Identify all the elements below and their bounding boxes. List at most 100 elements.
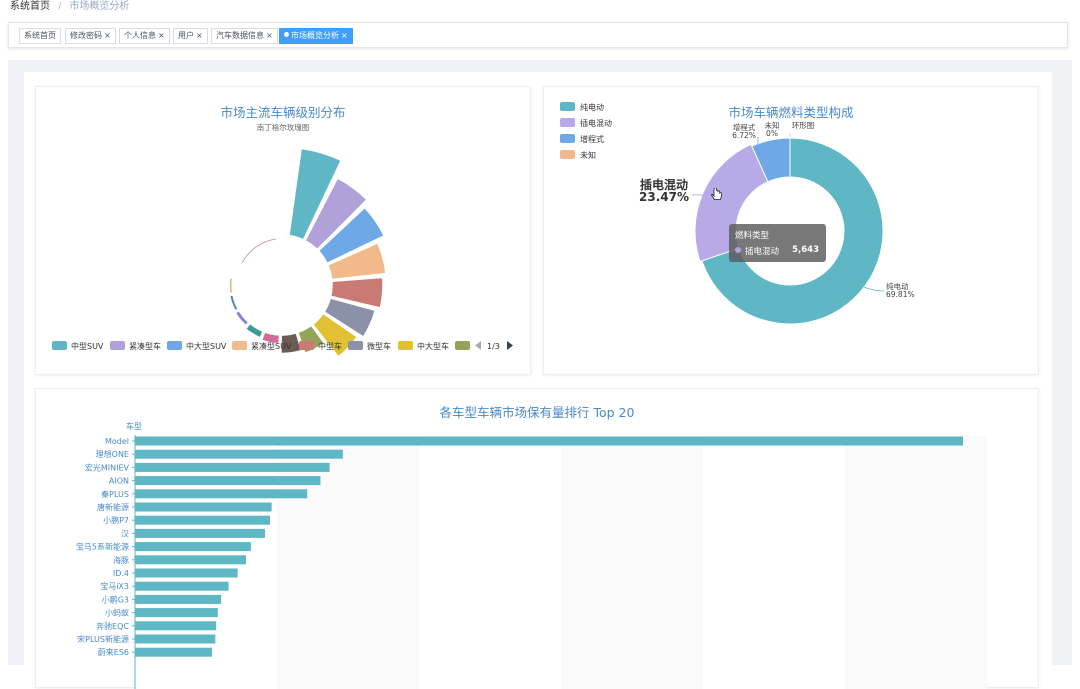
- tag-6[interactable]: 市场概览分析 ×: [279, 28, 353, 44]
- tags-view-bar: 系统首页 修改密码 × 个人信息 × 用户 × 汽车数据信息 × 市场概览分析 ×: [8, 22, 1068, 48]
- main-content: 市场主流车辆级别分布 南丁格尔玫瑰图 中型SUV 紧凑型车 中大型SUV 紧凑型SUV…: [8, 60, 1072, 689]
- bar-2[interactable]: [135, 449, 343, 459]
- donut-label: 6.72%: [732, 131, 756, 140]
- active-dot-icon: [284, 32, 289, 37]
- legend-swatch[interactable]: [398, 341, 413, 350]
- bar-16[interactable]: [135, 634, 216, 644]
- close-icon[interactable]: ×: [158, 31, 165, 40]
- y-tick-label: 小鹏P7: [103, 515, 129, 525]
- y-tick-label: 唐新能源: [97, 502, 129, 512]
- close-icon[interactable]: ×: [104, 31, 111, 40]
- bar-6[interactable]: [135, 502, 272, 512]
- y-tick-label: ID.4: [113, 569, 129, 578]
- close-icon[interactable]: ×: [266, 31, 273, 40]
- legend-label[interactable]: 中型SUV: [71, 341, 104, 351]
- tag-label: 个人信息: [124, 31, 156, 40]
- rose-slice-11[interactable]: [244, 322, 264, 339]
- legend-label[interactable]: 未知: [580, 150, 596, 160]
- legend-label[interactable]: 纯电动: [580, 102, 604, 112]
- y-tick-label: Model: [105, 437, 129, 446]
- bar-3[interactable]: [135, 462, 330, 472]
- legend-swatch[interactable]: [560, 118, 575, 127]
- rose-inner-arc: [241, 238, 277, 264]
- legend-label[interactable]: 中大型SUV: [186, 341, 227, 351]
- legend-label[interactable]: 微型车: [367, 341, 391, 351]
- close-icon[interactable]: ×: [196, 31, 203, 40]
- legend-label[interactable]: 紧凑型SUV: [251, 341, 292, 351]
- bar-9[interactable]: [135, 542, 251, 552]
- breadcrumb-separator: /: [58, 1, 62, 12]
- ranking-bar-chart: 车型 Model 理想ONE 宏光MINIEV AION 秦PLUS 唐新能源小鹏P7 汉宝马…: [76, 421, 987, 689]
- close-icon[interactable]: ×: [341, 31, 348, 40]
- tooltip-series-name: 插电混动: [745, 247, 780, 257]
- legend-label[interactable]: 中型车: [318, 341, 342, 351]
- cursor-hand-icon: [711, 188, 722, 200]
- y-tick-label: 海豚: [113, 555, 129, 565]
- fuel-legend: 纯电动插电混动增程式未知: [560, 102, 612, 160]
- series-name-label: 环形图: [792, 121, 815, 130]
- y-tick-label: 汉: [121, 529, 129, 538]
- y-tick-label: 宝马5系新能源: [76, 542, 129, 552]
- dashboard-panel: 市场主流车辆级别分布 南丁格尔玫瑰图 中型SUV 紧凑型车 中大型SUV 紧凑型SUV…: [24, 72, 1052, 689]
- y-axis-name: 车型: [126, 421, 142, 431]
- legend-swatch[interactable]: [560, 102, 575, 111]
- legend-label[interactable]: 紧凑型车: [129, 341, 161, 351]
- bar-11[interactable]: [135, 568, 238, 578]
- rose-slice-14[interactable]: [228, 276, 234, 295]
- legend-swatch[interactable]: [110, 341, 125, 350]
- breadcrumb-current: 市场概览分析: [69, 1, 130, 12]
- legend-swatch[interactable]: [560, 150, 575, 159]
- tag-label: 系统首页: [24, 31, 56, 40]
- tag-label: 修改密码: [70, 31, 102, 40]
- fuel-chart-card: 市场车辆燃料类型构成 纯电动 69.81% 增程式 6.72% 未知 0% 环形图 插电混动 2…: [543, 86, 1039, 375]
- legend-next-page-icon[interactable]: [507, 341, 513, 350]
- bar-5[interactable]: [135, 489, 308, 499]
- legend-swatch[interactable]: [167, 341, 182, 350]
- y-tick-label: 宋PLUS新能源: [77, 634, 129, 644]
- legend-swatch[interactable]: [232, 341, 247, 350]
- y-tick-label: AION: [109, 477, 129, 486]
- bar-10[interactable]: [135, 555, 246, 565]
- donut-label: 0%: [766, 129, 778, 138]
- tag-label: 市场概览分析: [291, 31, 339, 40]
- bar-15[interactable]: [135, 621, 217, 631]
- tag-label: 汽车数据信息: [216, 31, 264, 40]
- legend-prev-page-icon[interactable]: [475, 341, 481, 350]
- rose-chart: 中型SUV 紧凑型车 中大型SUV 紧凑型SUV 中型车 微型车 中大型车 1/3: [52, 147, 513, 358]
- bar-4[interactable]: [135, 476, 321, 486]
- bar-17[interactable]: [135, 647, 213, 657]
- y-tick-label: 理想ONE: [96, 449, 129, 459]
- y-tick-label: 宏光MINIEV: [85, 462, 130, 472]
- bar-8[interactable]: [135, 528, 265, 538]
- legend-swatch[interactable]: [560, 134, 575, 143]
- bar-12[interactable]: [135, 581, 229, 591]
- bar-1[interactable]: [135, 436, 963, 446]
- tag-3[interactable]: 个人信息 ×: [119, 28, 170, 44]
- bar-14[interactable]: [135, 608, 218, 618]
- rose-slice-12[interactable]: [234, 309, 250, 327]
- tag-5[interactable]: 汽车数据信息 ×: [211, 28, 278, 44]
- label-leader-line: [863, 286, 885, 292]
- y-tick-label: 蔚来ES6: [98, 647, 129, 657]
- tag-4[interactable]: 用户 ×: [173, 28, 208, 44]
- legend-label[interactable]: 增程式: [580, 134, 604, 144]
- donut-label: 69.81%: [886, 290, 915, 299]
- legend-swatch[interactable]: [348, 341, 363, 350]
- legend-swatch[interactable]: [455, 341, 470, 350]
- legend-label[interactable]: 中大型车: [417, 341, 449, 351]
- bar-7[interactable]: [135, 515, 270, 525]
- rose-slice-13[interactable]: [228, 294, 239, 312]
- tag-2[interactable]: 修改密码 ×: [65, 28, 116, 44]
- bar-13[interactable]: [135, 594, 222, 604]
- ranking-chart-card: 各车型车辆市场保有量排行 Top 20 车型 Model 理想ONE 宏光MINIEV…: [35, 388, 1039, 689]
- split-area: [703, 435, 845, 689]
- breadcrumb-home[interactable]: 系统首页: [10, 1, 50, 12]
- y-tick-label: 宝马iX3: [100, 581, 129, 591]
- legend-label[interactable]: 插电混动: [580, 118, 612, 128]
- split-area: [845, 435, 987, 689]
- legend-swatch[interactable]: [52, 341, 67, 350]
- split-area: [419, 435, 561, 689]
- tag-1[interactable]: 系统首页: [19, 28, 61, 44]
- legend-swatch[interactable]: [299, 341, 314, 350]
- y-tick-label: 秦PLUS: [101, 489, 129, 499]
